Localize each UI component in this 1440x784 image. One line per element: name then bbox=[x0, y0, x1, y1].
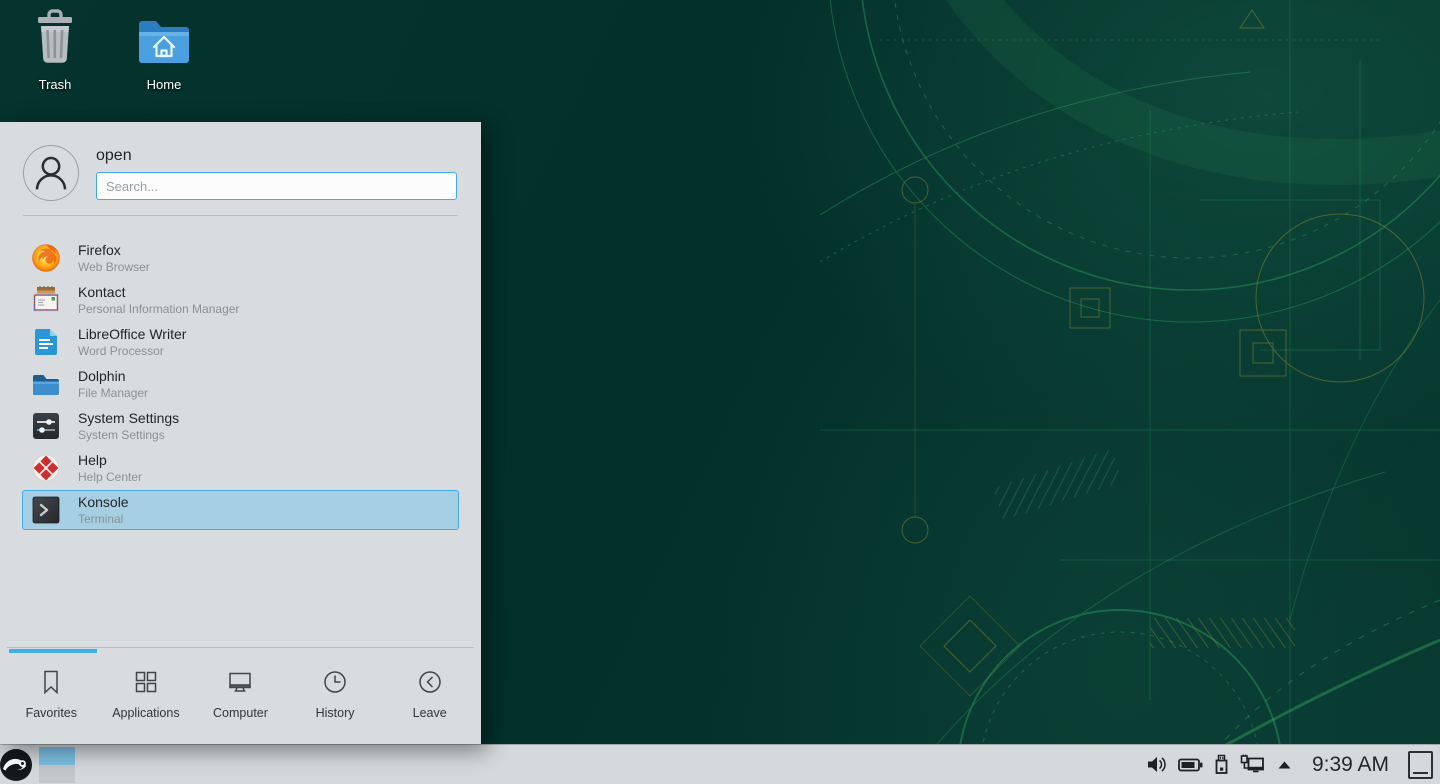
libreoffice-writer-icon bbox=[30, 326, 62, 358]
app-name: Firefox bbox=[78, 242, 150, 259]
app-item-system-settings[interactable]: System Settings System Settings bbox=[22, 406, 459, 446]
user-avatar[interactable] bbox=[23, 145, 79, 201]
app-list: Firefox Web Browser Kontact Personal Inf… bbox=[0, 238, 481, 532]
firefox-icon bbox=[30, 242, 62, 274]
show-desktop-button[interactable] bbox=[1408, 751, 1433, 779]
active-tab-indicator bbox=[9, 649, 97, 653]
pager-desktop-2[interactable] bbox=[39, 765, 75, 783]
wallpaper-pattern bbox=[820, 0, 1440, 784]
app-name: Konsole bbox=[78, 494, 129, 511]
header-divider bbox=[23, 215, 458, 216]
app-name: LibreOffice Writer bbox=[78, 326, 186, 343]
search-input[interactable] bbox=[96, 172, 457, 200]
show-desktop-line bbox=[1413, 772, 1428, 774]
tab-label: Applications bbox=[112, 706, 179, 720]
app-item-konsole[interactable]: Konsole Terminal bbox=[22, 490, 459, 530]
tab-label: Computer bbox=[213, 706, 268, 720]
launcher-tabbar: Favorites Applications Computer Histor bbox=[0, 648, 481, 744]
tab-label: Leave bbox=[413, 706, 447, 720]
system-settings-icon bbox=[30, 410, 62, 442]
tab-history[interactable]: History bbox=[288, 668, 383, 720]
desktop-icon-label: Trash bbox=[35, 76, 76, 93]
tab-label: Favorites bbox=[26, 706, 77, 720]
dolphin-icon bbox=[30, 368, 62, 400]
user-icon bbox=[24, 145, 78, 201]
app-name: Help bbox=[78, 452, 142, 469]
app-description: System Settings bbox=[78, 428, 179, 443]
history-clock-icon bbox=[321, 668, 349, 696]
launcher-header: open bbox=[0, 122, 481, 201]
clock[interactable]: 9:39 AM bbox=[1312, 753, 1389, 777]
app-item-kontact[interactable]: Kontact Personal Information Manager bbox=[22, 280, 459, 320]
taskbar-panel: 9:39 AM bbox=[0, 744, 1440, 784]
app-description: Help Center bbox=[78, 470, 142, 485]
pager-desktop-1[interactable] bbox=[39, 747, 75, 765]
kontact-icon bbox=[30, 284, 62, 316]
desktop-icon-trash[interactable]: Trash bbox=[5, 8, 105, 94]
help-icon bbox=[30, 452, 62, 484]
tab-computer[interactable]: Computer bbox=[193, 668, 288, 720]
app-name: Kontact bbox=[78, 284, 239, 301]
virtual-desktop-pager[interactable] bbox=[39, 747, 75, 783]
app-description: Web Browser bbox=[78, 260, 150, 275]
app-description: Personal Information Manager bbox=[78, 302, 239, 317]
usb-device-icon[interactable] bbox=[1214, 754, 1229, 775]
volume-icon[interactable] bbox=[1146, 755, 1167, 774]
desktop-icon-label: Home bbox=[143, 76, 186, 93]
application-launcher-menu: open Firefox Web Browser bbox=[0, 122, 481, 744]
app-item-libreoffice-writer[interactable]: LibreOffice Writer Word Processor bbox=[22, 322, 459, 362]
username-label: open bbox=[96, 147, 457, 165]
app-item-help[interactable]: Help Help Center bbox=[22, 448, 459, 488]
tabbar-divider bbox=[7, 647, 474, 648]
app-name: System Settings bbox=[78, 410, 179, 427]
tray-expand-arrow-icon[interactable] bbox=[1276, 759, 1293, 771]
tab-leave[interactable]: Leave bbox=[382, 668, 477, 720]
bookmark-icon bbox=[37, 668, 65, 696]
app-description: File Manager bbox=[78, 386, 148, 401]
application-launcher-button[interactable] bbox=[0, 746, 35, 784]
opensuse-logo-icon bbox=[0, 747, 34, 783]
app-item-dolphin[interactable]: Dolphin File Manager bbox=[22, 364, 459, 404]
network-icon[interactable] bbox=[1240, 754, 1265, 775]
app-description: Terminal bbox=[78, 512, 129, 527]
computer-monitor-icon bbox=[226, 668, 254, 696]
tab-label: History bbox=[316, 706, 355, 720]
app-item-firefox[interactable]: Firefox Web Browser bbox=[22, 238, 459, 278]
app-name: Dolphin bbox=[78, 368, 148, 385]
battery-icon[interactable] bbox=[1178, 757, 1203, 773]
desktop-icon-home[interactable]: Home bbox=[114, 8, 214, 94]
leave-icon bbox=[416, 668, 444, 696]
tab-applications[interactable]: Applications bbox=[99, 668, 194, 720]
system-tray: 9:39 AM bbox=[1146, 751, 1440, 779]
tab-favorites[interactable]: Favorites bbox=[4, 668, 99, 720]
app-description: Word Processor bbox=[78, 344, 186, 359]
trash-icon bbox=[26, 8, 84, 70]
applications-grid-icon bbox=[132, 668, 160, 696]
konsole-icon bbox=[30, 494, 62, 526]
home-folder-icon bbox=[134, 8, 194, 70]
